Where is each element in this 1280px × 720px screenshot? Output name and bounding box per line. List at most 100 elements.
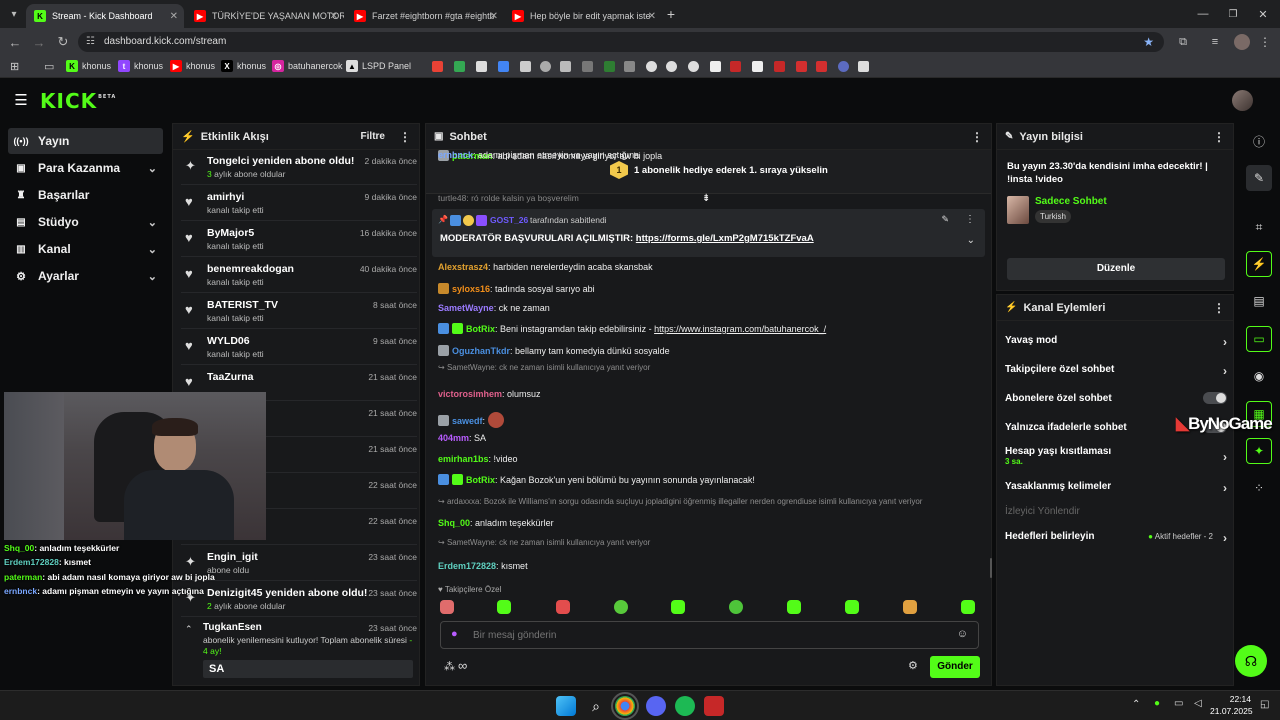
bookmark-kick[interactable]: K khonus — [66, 60, 111, 72]
tab-youtube-3[interactable]: ▶ Hep böyle bir edit yapmak iste ✕ — [504, 4, 662, 28]
bookmark-favicon-icon[interactable] — [582, 61, 593, 72]
emoji-icon[interactable]: ☺ — [957, 628, 968, 640]
tab-youtube-1[interactable]: ▶ TÜRKİYE'DE YAŞANAN MOTOR ✕ — [186, 4, 344, 28]
chat-input-box[interactable]: ● ☺ — [440, 621, 979, 649]
hamburger-menu-icon[interactable]: ☰ — [14, 92, 28, 109]
bookmark-favicon-icon[interactable] — [666, 61, 677, 72]
infinity-icon[interactable]: ∞ — [458, 658, 467, 673]
support-button[interactable]: ☊ — [1235, 645, 1267, 677]
more-options-icon[interactable]: ⋮ — [965, 214, 975, 225]
site-info-icon[interactable]: ☷ — [86, 32, 95, 52]
network-icon[interactable]: ▭ — [1174, 698, 1183, 709]
bookmark-twitch[interactable]: t khonus — [118, 60, 163, 72]
sidebar-item-para-kazanma[interactable]: ▣ Para Kazanma ⌄ — [8, 155, 163, 181]
close-icon[interactable]: ✕ — [490, 11, 498, 22]
chat-message-input[interactable] — [473, 626, 943, 644]
emote-icon[interactable] — [787, 600, 801, 614]
action-banned-words[interactable]: Yasaklanmış kelimeler › — [1005, 481, 1227, 495]
chat-username[interactable]: victorosimhem — [438, 389, 502, 399]
bookmark-favicon-icon[interactable] — [454, 61, 465, 72]
info-icon[interactable]: ⓘ — [1246, 128, 1272, 154]
bookmark-favicon-icon[interactable] — [520, 61, 531, 72]
bookmark-instagram[interactable]: ◎ batuhanercok — [272, 60, 343, 72]
bookmark-favicon-icon[interactable] — [498, 61, 509, 72]
menu-icon[interactable]: ⋮ — [1258, 35, 1272, 49]
edit-button[interactable]: Düzenle — [1007, 258, 1225, 280]
action-account-age[interactable]: Hesap yaşı kısıtlaması 3 sa. › — [1005, 446, 1227, 466]
apps-icon[interactable]: ⊞ — [10, 60, 19, 73]
bookmark-favicon-icon[interactable] — [688, 61, 699, 72]
bookmark-favicon-icon[interactable] — [710, 61, 721, 72]
emote-icon[interactable] — [671, 600, 685, 614]
folder-icon[interactable]: ▭ — [44, 60, 54, 73]
bookmark-youtube[interactable]: ▶ khonus — [170, 60, 215, 72]
sidebar-item-basarilar[interactable]: ♜ Başarılar — [8, 182, 163, 208]
restore-icon[interactable]: ❐ — [1226, 7, 1240, 21]
pinned-link[interactable]: https://forms.gle/LxmP2gM715kTZFvaA — [636, 233, 814, 244]
emote-icon[interactable] — [556, 600, 570, 614]
action-followers-only[interactable]: Takipçilere özel sohbet › — [1005, 364, 1227, 378]
user-avatar[interactable] — [1232, 90, 1253, 111]
minimize-icon[interactable]: — — [1196, 7, 1210, 21]
chat-username[interactable]: syloxs16 — [452, 284, 490, 294]
document-icon[interactable]: ▤ — [1246, 288, 1272, 314]
reload-icon[interactable]: ↻ — [56, 34, 70, 50]
chat-username[interactable]: Alexstrasz4 — [438, 262, 488, 272]
spotify-icon[interactable] — [675, 696, 695, 716]
share-icon[interactable]: ⁘ — [1246, 475, 1272, 501]
chat-username[interactable]: sawedf — [452, 416, 483, 426]
sidebar-item-yayin[interactable]: ((•)) Yayın — [8, 128, 163, 154]
lightning-icon[interactable]: ⚡ — [1246, 251, 1272, 277]
windows-start-icon[interactable] — [556, 696, 576, 716]
tab-youtube-2[interactable]: ▶ Farzet #eightborn #gta #eightb ✕ — [346, 4, 504, 28]
notification-icon[interactable]: ◱ — [1260, 699, 1269, 710]
more-options-icon[interactable]: ⋮ — [1213, 301, 1225, 315]
bookmark-favicon-icon[interactable] — [604, 61, 615, 72]
chat-link[interactable]: https://www.instagram.com/batuhanercok_/ — [654, 324, 826, 334]
emote-icon[interactable] — [961, 600, 975, 614]
more-options-icon[interactable]: ⋮ — [971, 130, 983, 144]
bookmark-favicon-icon[interactable] — [540, 61, 551, 72]
volume-icon[interactable]: ◁ — [1194, 698, 1202, 709]
emote-icon[interactable] — [845, 600, 859, 614]
extensions-icon[interactable]: ⧉ — [1176, 35, 1190, 49]
scroll-down-icon[interactable]: ⇟ — [702, 193, 710, 204]
emote-icon[interactable] — [729, 600, 743, 614]
microphone-icon[interactable]: ● — [1154, 698, 1160, 709]
tab-search-icon[interactable]: ▾ — [6, 7, 22, 21]
close-icon[interactable]: ✕ — [648, 11, 656, 22]
emote-icon[interactable] — [903, 600, 917, 614]
close-icon[interactable]: ✕ — [170, 11, 178, 22]
chat-username[interactable]: SametWayne — [438, 303, 494, 313]
edit-icon[interactable]: ✎ — [1246, 165, 1272, 191]
bookmark-favicon-icon[interactable] — [730, 61, 741, 72]
close-window-icon[interactable]: ✕ — [1256, 7, 1270, 21]
chat-username[interactable]: ernbnck — [438, 150, 473, 160]
bookmark-favicon-icon[interactable] — [796, 61, 807, 72]
wrench-icon[interactable]: ✦ — [1246, 438, 1272, 464]
profile-avatar[interactable] — [1234, 34, 1250, 50]
quick-emote-icon[interactable]: ⁂ — [444, 660, 455, 673]
microphone-icon[interactable]: ● — [451, 628, 458, 640]
chat-username[interactable]: emirhan1bs — [438, 454, 489, 464]
chat-scrollbar[interactable] — [990, 558, 992, 578]
discord-icon[interactable] — [646, 696, 666, 716]
chat-username[interactable]: Shq_00 — [438, 518, 470, 528]
bookmark-favicon-icon[interactable] — [560, 61, 571, 72]
tab-kick-dashboard[interactable]: K Stream - Kick Dashboard ✕ — [26, 4, 184, 28]
action-slow-mode[interactable]: Yavaş mod › — [1005, 335, 1227, 349]
forward-icon[interactable]: → — [32, 34, 46, 50]
chat-settings-icon[interactable]: ⚙ — [908, 659, 918, 672]
bookmark-favicon-icon[interactable] — [624, 61, 635, 72]
bookmark-star-icon[interactable]: ★ — [1143, 32, 1154, 52]
more-options-icon[interactable]: ⋮ — [399, 130, 411, 144]
address-input[interactable]: ☷ dashboard.kick.com/stream ★ — [78, 32, 1164, 52]
emote-icon[interactable] — [440, 600, 454, 614]
chat-icon[interactable]: ▭ — [1246, 326, 1272, 352]
sidebar-item-kanal[interactable]: ▥ Kanal ⌄ — [8, 236, 163, 262]
sidebar-item-studyo[interactable]: ▤ Stüdyo ⌄ — [8, 209, 163, 235]
bookmark-favicon-icon[interactable] — [816, 61, 827, 72]
bookmark-x[interactable]: X khonus — [221, 60, 266, 72]
broadcast-icon[interactable]: ◉ — [1246, 363, 1272, 389]
bookmark-favicon-icon[interactable] — [838, 61, 849, 72]
